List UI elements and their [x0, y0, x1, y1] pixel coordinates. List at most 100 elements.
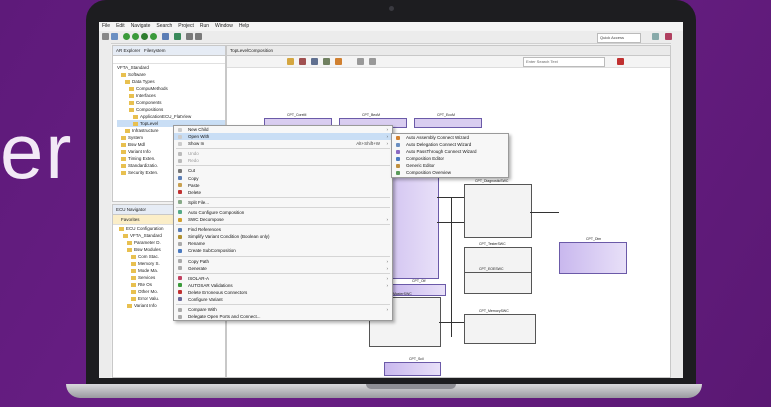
context-menu-item[interactable]: Find References — [174, 226, 392, 233]
new-icon[interactable] — [102, 33, 109, 40]
context-menu-item[interactable]: Paste — [174, 182, 392, 189]
quick-access-field[interactable]: Quick Access — [597, 33, 641, 43]
ecu-tree-item-label: VFTA_Standard — [130, 233, 162, 238]
component-block[interactable]: CPT_Scil — [384, 357, 441, 376]
tree-item-label: Compositions — [136, 107, 164, 112]
search-field[interactable]: Enter Search Text — [523, 57, 605, 67]
submenu-item[interactable]: Auto Delegation Connect Wizard — [392, 141, 508, 148]
context-menu-item[interactable]: Redo — [174, 157, 392, 164]
context-menu-item[interactable]: Configure Variant — [174, 296, 392, 303]
context-menu-item[interactable]: Generate › — [174, 265, 392, 272]
context-menu-item[interactable]: Undo — [174, 150, 392, 157]
validate-icon[interactable] — [174, 33, 181, 40]
tree-item[interactable]: Software — [117, 71, 225, 78]
menu-search[interactable]: Search — [156, 23, 172, 29]
context-menu-item[interactable]: SWC Decompose › — [174, 216, 392, 223]
zoom-in-icon[interactable] — [357, 58, 364, 65]
context-menu-item[interactable]: Delete Erroneous Connectors — [174, 289, 392, 296]
save-icon[interactable] — [111, 33, 118, 40]
tree-item-label: CompuMethods — [136, 86, 168, 91]
folder-icon — [131, 275, 136, 280]
menu-item-icon — [178, 176, 182, 181]
menu-item-label: Auto Configure Composition — [188, 209, 245, 215]
submenu-item[interactable]: Composition Editor — [392, 155, 508, 162]
connector-line[interactable] — [451, 197, 452, 337]
component-block[interactable]: CPT_Dim — [559, 237, 627, 274]
tree-item-label: Components — [136, 100, 162, 105]
context-menu-item[interactable]: Copy Path › — [174, 258, 392, 265]
folder-icon — [131, 282, 136, 287]
context-menu-item[interactable]: Show In Alt+Shift+W › — [174, 140, 392, 147]
context-menu-item[interactable]: Open With › — [174, 133, 392, 141]
context-menu-item[interactable]: ISOLAR-A › — [174, 275, 392, 282]
component-block[interactable]: CPT_EcoM — [414, 113, 482, 128]
tab-ar-explorer[interactable]: AR Explorer — [116, 48, 140, 53]
context-menu-item[interactable]: Rename — [174, 240, 392, 247]
select-tool-icon[interactable] — [287, 58, 294, 65]
tree-item-label: Interfaces — [136, 93, 156, 98]
tree-item[interactable]: Interfaces — [117, 92, 225, 99]
submenu-item[interactable]: Composition Overview — [392, 169, 508, 176]
menu-project[interactable]: Project — [178, 23, 194, 29]
folder-icon — [131, 289, 136, 294]
zoom-out-icon[interactable] — [369, 58, 376, 65]
menu-edit[interactable]: Edit — [116, 23, 125, 29]
context-menu-item[interactable]: Delegate Open Ports and Connect... — [174, 313, 392, 320]
menu-file[interactable]: File — [102, 23, 110, 29]
build-icon[interactable] — [141, 33, 148, 40]
tree-item[interactable]: CompuMethods — [117, 85, 225, 92]
menu-run[interactable]: Run — [200, 23, 209, 29]
component-block[interactable]: CPT_MemorySWC — [464, 309, 536, 344]
menu-window[interactable]: Window — [215, 23, 233, 29]
context-menu-item[interactable]: AUTOSAR Validations › — [174, 282, 392, 289]
context-menu-item[interactable]: Cut — [174, 167, 392, 174]
clear-filter-icon[interactable] — [617, 58, 624, 65]
tree-root[interactable]: VFTA_Standard — [117, 64, 225, 71]
component-block[interactable]: CPT_EOESWC — [464, 267, 532, 294]
submenu-item[interactable]: Generic Editor — [392, 162, 508, 169]
context-menu-item[interactable]: Create SubComposition — [174, 247, 392, 254]
perspective-icon[interactable] — [652, 33, 659, 40]
run-icon[interactable] — [123, 33, 130, 40]
context-menu-item[interactable]: Compare With › — [174, 306, 392, 313]
prototype-tool-icon[interactable] — [335, 58, 342, 65]
connector-line[interactable] — [530, 212, 559, 213]
tree-item[interactable]: ApplicationECU_FlatView — [117, 113, 225, 120]
tree-item[interactable]: Components — [117, 99, 225, 106]
submenu-arrow-icon: › — [386, 141, 389, 147]
menu-navigate[interactable]: Navigate — [131, 23, 151, 29]
folder-icon — [131, 254, 136, 259]
context-menu-item[interactable]: Split File... — [174, 199, 392, 206]
editor-tab[interactable]: TopLevelComposition — [227, 46, 670, 56]
context-menu-item[interactable]: Simplify Variant Condition (Boolean only… — [174, 233, 392, 240]
folder-icon — [131, 296, 136, 301]
context-menu-item[interactable]: Auto Configure Composition — [174, 209, 392, 216]
submenu-item[interactable]: Auto Assembly Connect Wizard — [392, 134, 508, 141]
ecu-tree-item-label: Parameter D. — [134, 240, 161, 245]
context-menu-item[interactable]: New Child › — [174, 126, 392, 133]
back-icon[interactable] — [186, 33, 193, 40]
tree-item[interactable]: Compositions — [117, 106, 225, 113]
debug-icon[interactable] — [132, 33, 139, 40]
component-block[interactable]: CPT_DiagnosticSWC — [464, 179, 532, 238]
folder-icon — [121, 72, 126, 77]
generate-icon[interactable] — [150, 33, 157, 40]
context-menu-item[interactable]: Delete — [174, 189, 392, 196]
submenu-item-icon — [396, 135, 400, 140]
menu-item-label: Delete — [188, 189, 202, 195]
menu-item-icon — [178, 210, 182, 215]
forward-icon[interactable] — [195, 33, 202, 40]
menu-help[interactable]: Help — [239, 23, 249, 29]
ar-explorer-header: AR Explorer Filesystem — [113, 46, 225, 56]
submenu-item[interactable]: Auto PassThrough Connect Wizard — [392, 148, 508, 155]
pointer-tool-icon[interactable] — [299, 58, 306, 65]
tree-item-label: Data Types — [132, 79, 155, 84]
port-tool-icon[interactable] — [311, 58, 318, 65]
search-icon[interactable] — [162, 33, 169, 40]
connector-tool-icon[interactable] — [323, 58, 330, 65]
isolar-perspective-icon[interactable] — [665, 33, 672, 40]
tab-filesystem[interactable]: Filesystem — [144, 48, 166, 53]
submenu-item-icon — [396, 170, 400, 175]
tree-item[interactable]: Data Types — [117, 78, 225, 85]
context-menu-item[interactable]: Copy — [174, 175, 392, 182]
